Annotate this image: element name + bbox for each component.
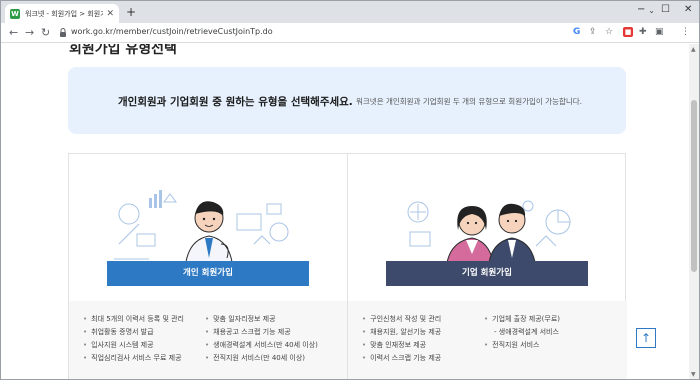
arrow-up-icon: ↑ [640,331,652,345]
feature-item: • 입사지원 시스템 제공 [83,341,154,349]
personal-features-col2: • 맞춤 일자리정보 제공 • 채용공고 스크랩 기능 제공 • 생애경력설계 서비스… [205,313,318,365]
extension-icon[interactable]: ■ [623,27,633,37]
banner-sub-text: 워크넷은 개인회원과 기업회원 두 개의 유형으로 회원가입이 가능합니다. [356,97,583,106]
scrollbar-thumb[interactable] [691,100,697,272]
maximize-icon[interactable]: ☐ [661,4,670,15]
personal-card: 개인 회원가입 • 최대 5개의 이력서 등록 및 관리 • 취업활동 증명서 발급… [68,154,348,379]
forward-icon[interactable]: → [25,26,34,39]
reload-icon[interactable]: ↻ [41,26,50,39]
company-features-col1: • 구인신청서 작성 및 관리 • 채용지원, 알선기능 제공 • 맞춤 인재정보 제… [362,313,441,365]
minimize-icon[interactable]: − [637,4,645,15]
personal-features: • 최대 5개의 이력서 등록 및 관리 • 취업활동 증명서 발급 • 입사지원 시… [69,301,348,379]
scroll-up-arrow-icon[interactable]: ▲ [691,46,696,53]
scroll-down-arrow-icon[interactable]: ▼ [691,371,696,378]
browser-tab[interactable]: W 워크넷 - 회원가입 > 회원가입 유형 ✕ [5,4,119,23]
personal-member-illustration [114,190,289,270]
feature-item: • 전직지원 서비스 [484,341,540,349]
feature-item: • 직업심리검사 서비스 무료 제공 [83,354,182,362]
address-bar[interactable]: work.go.kr/member/custJoin/retrieveCustJ… [71,27,273,36]
feature-item: • 맞춤 일자리정보 제공 [205,315,276,323]
page-scrollbar[interactable]: ▲ ▼ [689,44,699,379]
personal-features-col1: • 최대 5개의 이력서 등록 및 관리 • 취업활동 증명서 발급 • 입사지원 시… [83,313,184,365]
company-features-col2: • 기업체 출장 제공(무료) - 생애경력설계 서비스 • 전직지원 서비스 [484,313,560,352]
feature-item: • 전직지원 서비스(만 40세 이상) [205,354,306,362]
tab-title: 워크넷 - 회원가입 > 회원가입 유형 [25,9,103,18]
feature-item: • 구인신청서 작성 및 관리 [362,315,442,323]
feature-item: • 기업체 출장 제공(무료) [484,315,561,323]
browser-toolbar: ← → ↻ work.go.kr/member/custJoin/retriev… [1,23,699,43]
feature-item: • 이력서 스크랩 기능 제공 [362,354,442,362]
feature-item: • 생애경력설계 서비스(만 40세 이상) [205,341,318,349]
feature-item: • 채용공고 스크랩 기능 제공 [205,328,291,336]
close-window-icon[interactable]: ✕ [684,4,692,15]
feature-item: • 채용지원, 알선기능 제공 [362,328,442,336]
scroll-to-top-button[interactable]: ↑ [636,328,656,348]
info-banner: 개인회원과 기업회원 중 원하는 유형을 선택해주세요. 워크넷은 개인회원과 … [68,67,626,134]
sidepanel-icon[interactable]: ▣ [655,27,664,38]
browser-window: W 워크넷 - 회원가입 > 회원가입 유형 ✕ + ⌄ − ☐ ✕ ← → ↻… [0,0,700,380]
company-join-button[interactable]: 기업 회원가입 [386,261,588,286]
page-title: 회원가입 유형선택 [69,44,177,57]
tab-strip: W 워크넷 - 회원가입 > 회원가입 유형 ✕ + ⌄ − ☐ ✕ [1,1,699,23]
worknet-favicon-icon: W [10,8,20,19]
personal-join-button[interactable]: 개인 회원가입 [107,261,309,286]
feature-item: • 취업활동 증명서 발급 [83,328,154,336]
banner-main-text: 개인회원과 기업회원 중 원하는 유형을 선택해주세요. [118,96,353,108]
new-tab-button[interactable]: + [126,5,136,19]
close-tab-icon[interactable]: ✕ [106,9,114,19]
feature-item: • 최대 5개의 이력서 등록 및 관리 [83,315,184,323]
join-type-cards: 개인 회원가입 • 최대 5개의 이력서 등록 및 관리 • 취업활동 증명서 발급… [68,153,627,379]
back-icon[interactable]: ← [9,26,18,39]
bookmark-star-icon[interactable]: ☆ [605,27,613,38]
feature-subitem: - 생애경력설계 서비스 [494,328,559,336]
page-content: 회원가입 유형선택 개인회원과 기업회원 중 원하는 유형을 선택해주세요. 워… [1,44,689,379]
share-icon[interactable]: ⇪ [589,27,597,38]
feature-item: • 맞춤 인재정보 제공 [362,341,427,349]
google-icon[interactable]: G [573,27,580,38]
company-features: • 구인신청서 작성 및 관리 • 채용지원, 알선기능 제공 • 맞춤 인재정보 제… [348,301,627,379]
company-card: 기업 회원가입 • 구인신청서 작성 및 관리 • 채용지원, 알선기능 제공 • 맞… [347,154,627,379]
puzzle-icon[interactable]: ✚ [639,27,647,38]
tab-search-icon[interactable]: ⌄ [648,6,655,15]
menu-icon[interactable]: ⋮ [681,27,690,38]
lock-icon[interactable] [59,28,67,37]
company-member-illustration [407,200,571,270]
